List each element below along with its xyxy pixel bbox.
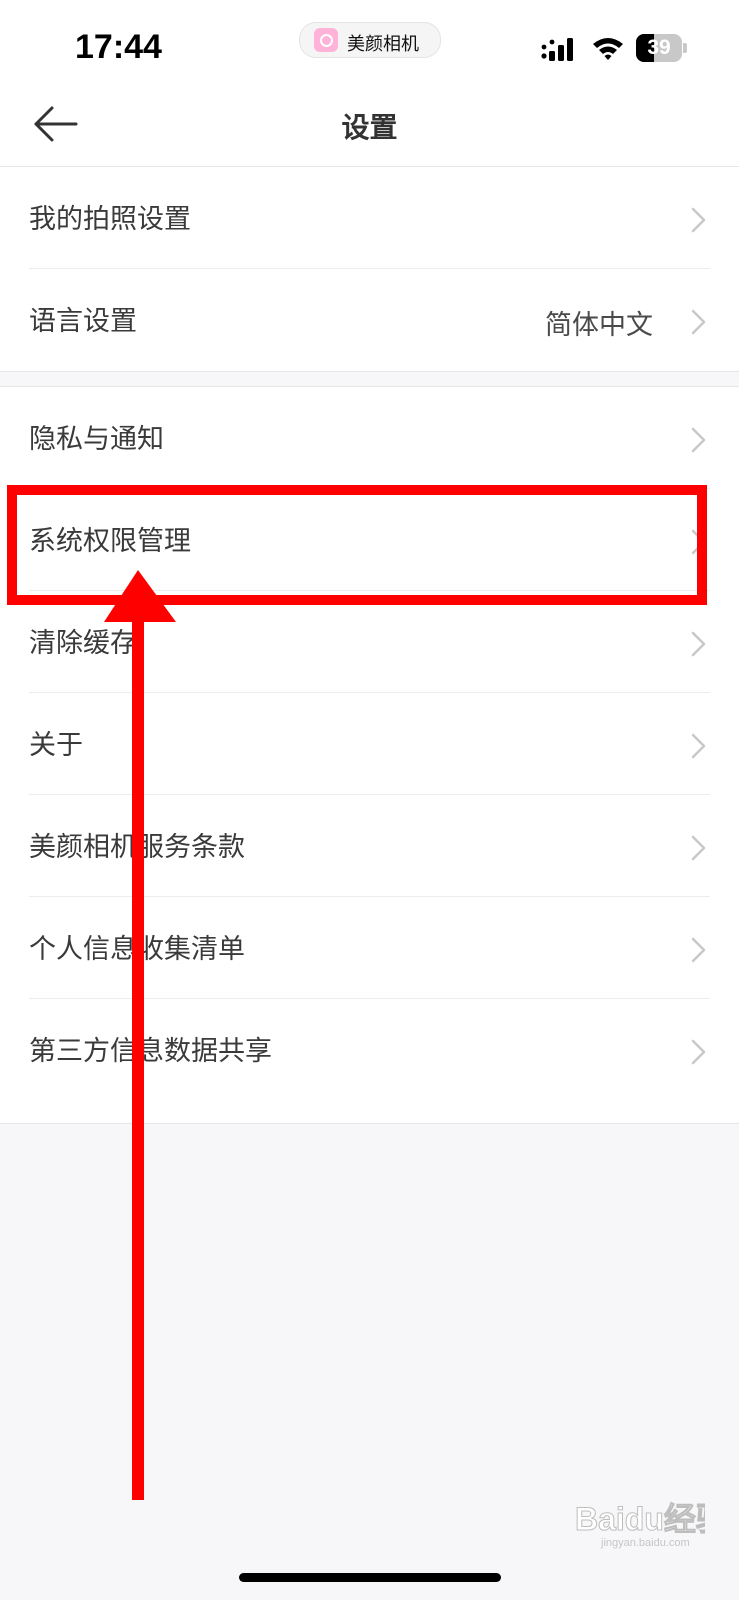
settings-item-label: 我的拍照设置 — [29, 204, 191, 235]
watermark-text: Baidu经验 — [575, 1501, 705, 1537]
home-indicator[interactable] — [239, 1573, 501, 1582]
chevron-right-icon — [691, 1039, 706, 1065]
settings-item-label: 隐私与通知 — [29, 424, 164, 455]
signal-icon — [541, 38, 573, 61]
chevron-right-icon — [691, 631, 706, 657]
wifi-icon — [593, 38, 623, 60]
annotation-arrow-up-icon — [104, 570, 176, 1500]
battery-icon: 39 — [636, 34, 688, 62]
camera-app-icon — [314, 28, 338, 52]
watermark-sub: jingyan.baidu.com — [600, 1537, 690, 1549]
battery-level-text: 39 — [647, 36, 671, 59]
top-area: 17:44 美颜相机 39 设置 — [0, 0, 739, 167]
chevron-right-icon — [691, 309, 706, 335]
battery-nub — [683, 43, 687, 53]
status-bar: 17:44 美颜相机 39 — [0, 0, 739, 90]
settings-item-photo-settings[interactable]: 我的拍照设置 — [0, 167, 739, 269]
settings-item-privacy[interactable]: 隐私与通知 — [0, 387, 739, 489]
settings-item-label: 语言设置 — [29, 306, 137, 337]
navigation-bar: 设置 — [0, 90, 739, 167]
settings-item-language[interactable]: 语言设置 简体中文 — [0, 269, 739, 371]
app-pill-label: 美颜相机 — [347, 34, 419, 55]
language-value: 简体中文 — [545, 310, 653, 341]
chevron-right-icon — [691, 427, 706, 453]
page-title: 设置 — [341, 111, 398, 144]
chevron-right-icon — [691, 733, 706, 759]
settings-item-label: 关于 — [29, 730, 83, 761]
app-indicator-pill[interactable]: 美颜相机 — [299, 22, 441, 58]
baidu-jingyan-watermark: Baidu经验 jingyan.baidu.com — [575, 1501, 705, 1550]
chevron-right-icon — [691, 207, 706, 233]
chevron-right-icon — [691, 835, 706, 861]
settings-group-1: 我的拍照设置 语言设置 简体中文 — [0, 166, 739, 372]
status-time: 17:44 — [75, 28, 162, 66]
battery-body: 39 — [636, 34, 682, 62]
chevron-right-icon — [691, 937, 706, 963]
